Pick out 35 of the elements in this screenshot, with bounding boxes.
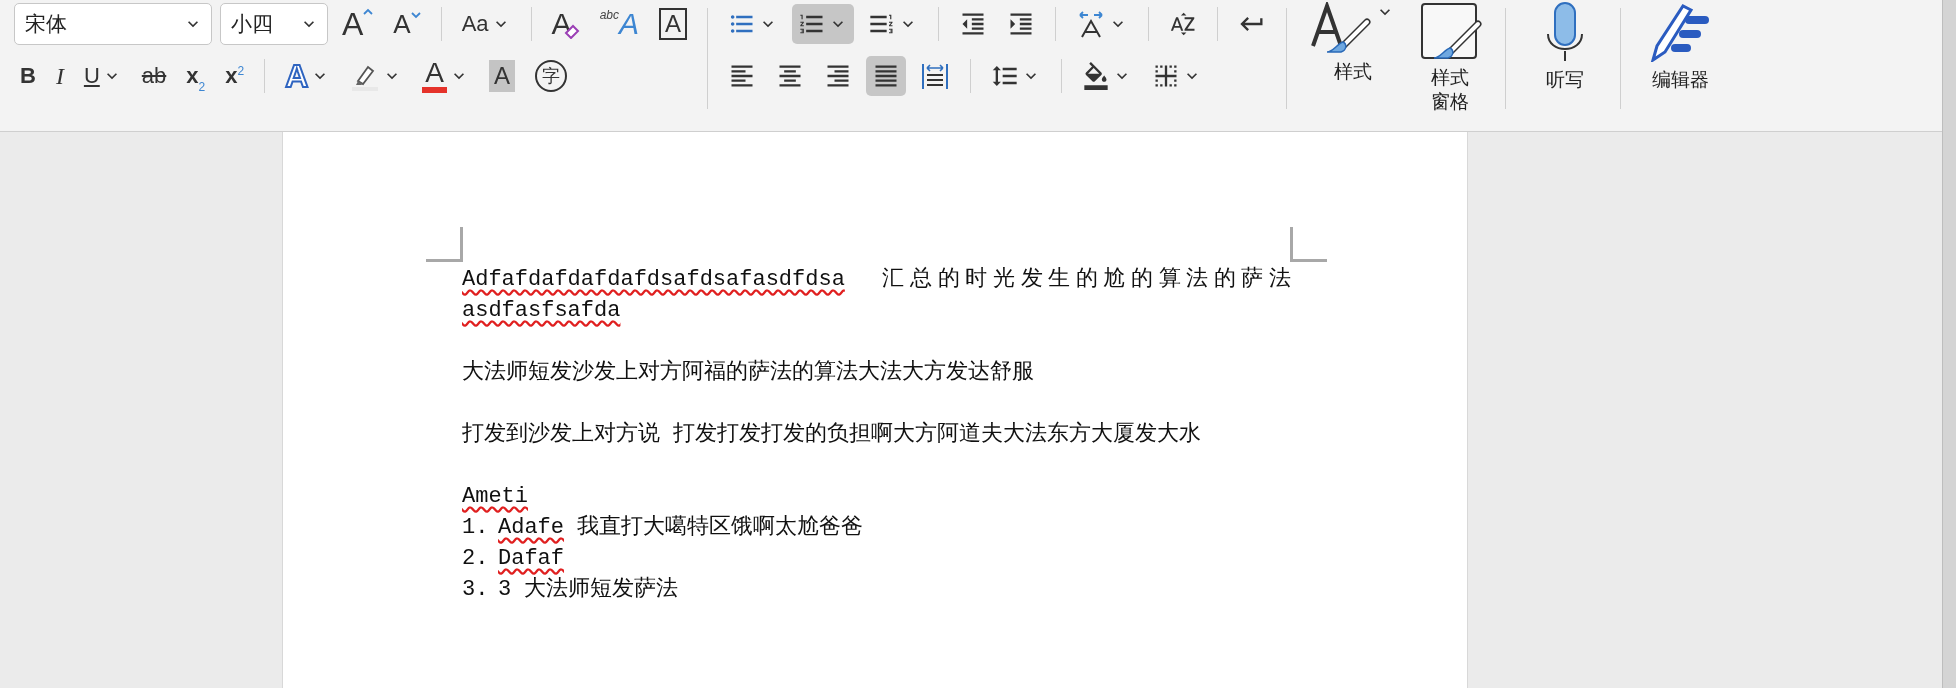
microphone-icon (1545, 2, 1585, 62)
case-button[interactable]: Aa (455, 4, 517, 44)
margin-corner-mark (1290, 227, 1327, 262)
numbering-button[interactable] (792, 4, 854, 44)
margin-corner-mark (426, 227, 463, 262)
paragraph-text: Adfafdafdafdafdsafdsafasdfdsa 汇总的时光发生的尬的算法的萨法 asdfasfsafda (462, 265, 1291, 325)
caret-up-icon (363, 8, 374, 16)
styles-button[interactable]: 样式 (1301, 0, 1405, 131)
list-number: 2. (462, 545, 490, 573)
paragraph-text: 打发到沙发上对方说 打发打发打发的负担啊大方阿道夫大法东方大厦发大水 (462, 420, 1203, 449)
underline-button[interactable]: U (77, 56, 128, 96)
caret-down-icon (410, 11, 421, 19)
shrink-button[interactable]: A (387, 4, 427, 44)
pane-button[interactable]: 样式窗格 (1405, 0, 1495, 131)
sort-icon (1169, 10, 1197, 38)
list-heading: Ameti (462, 483, 529, 511)
editor-button[interactable]: 编辑器 (1635, 0, 1725, 131)
justify-button[interactable] (866, 56, 906, 96)
paragraph-text: 大法师短发沙发上对方阿福的萨法的算法大法大方发达舒服 (462, 358, 1035, 387)
list-number: 3. (462, 576, 490, 604)
list-number: 1. (462, 514, 490, 542)
list-item-text: Adafe 我直打大噶特区饿啊太尬爸爸 (498, 514, 864, 542)
strike-button[interactable]: ab (135, 56, 173, 96)
distributed-align-icon (920, 61, 950, 91)
list-item-text: 3 大法师短发萨法 (498, 575, 679, 604)
font-size-dropdown[interactable]: 小四 (220, 3, 328, 45)
font-name-dropdown[interactable]: 宋体 (14, 3, 212, 45)
grow-button[interactable]: A (336, 4, 380, 44)
letter-arrows-icon (1076, 9, 1106, 39)
dictate-button[interactable]: 听写 (1520, 0, 1610, 131)
color-button[interactable]: A (416, 56, 475, 96)
paint-bucket-icon (1082, 62, 1110, 90)
italic-button[interactable]: I (49, 56, 70, 96)
bold-button[interactable]: B (14, 56, 42, 96)
list-item-text: Dafaf (498, 545, 564, 573)
